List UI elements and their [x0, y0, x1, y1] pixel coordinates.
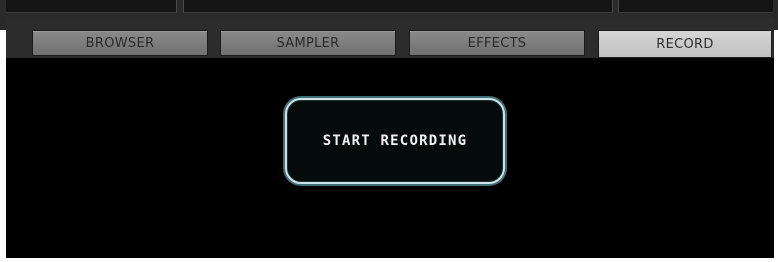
tab-browser[interactable]: BROWSER	[32, 30, 208, 56]
start-recording-label: START RECORDING	[322, 133, 468, 149]
header-segment-right	[618, 0, 773, 13]
start-recording-button[interactable]: START RECORDING	[285, 98, 505, 184]
header-segment-center	[183, 0, 613, 13]
tab-record[interactable]: RECORD	[598, 30, 772, 58]
tab-effects[interactable]: EFFECTS	[409, 30, 585, 56]
header-segment-left	[6, 0, 177, 13]
tab-sampler[interactable]: SAMPLER	[220, 30, 396, 56]
tab-bar: BROWSER SAMPLER EFFECTS RECORD	[6, 18, 774, 58]
app-window: BROWSER SAMPLER EFFECTS RECORD START REC…	[0, 0, 778, 262]
